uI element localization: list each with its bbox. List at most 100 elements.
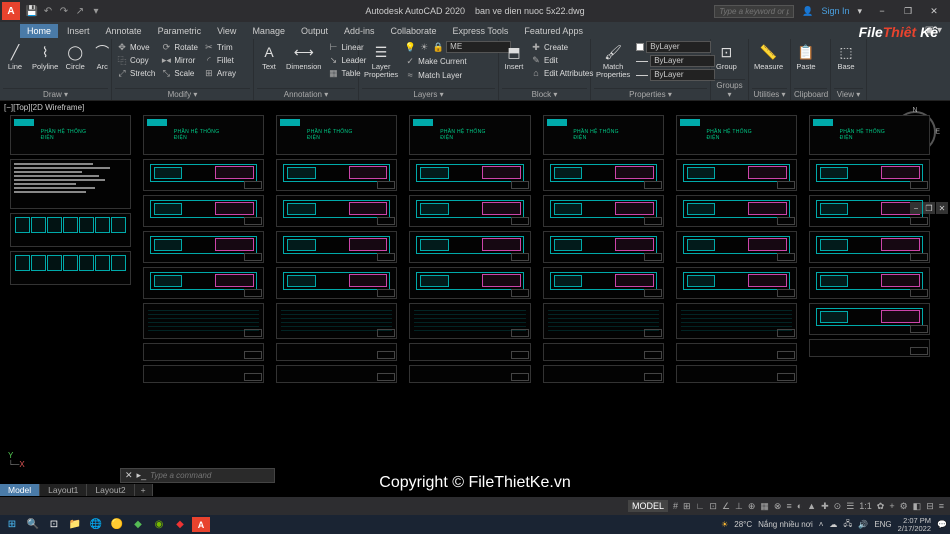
sb-cleanscreen-icon[interactable]: ⊟ bbox=[926, 501, 934, 512]
signin-link[interactable]: Sign In bbox=[821, 6, 849, 16]
bulb-icon[interactable]: 💡 bbox=[404, 41, 416, 53]
tab-output[interactable]: Output bbox=[294, 24, 335, 38]
sketchup-icon[interactable]: ◆ bbox=[171, 517, 189, 532]
close-button[interactable]: ✕ bbox=[922, 2, 946, 20]
lineweight-combo[interactable]: ByLayer bbox=[635, 55, 716, 67]
sb-gear-icon[interactable]: ✿ bbox=[877, 501, 885, 512]
edit-attr-button[interactable]: ⌂Edit Attributes bbox=[529, 67, 594, 79]
panel-title-layers[interactable]: Layers ▾ bbox=[362, 88, 495, 100]
rotate-button[interactable]: ⟳Rotate bbox=[159, 41, 199, 53]
compass-n[interactable]: N bbox=[912, 107, 917, 114]
sb-scale-label[interactable]: 1:1 bbox=[859, 501, 872, 511]
arc-button[interactable]: ⌒Arc bbox=[90, 41, 114, 72]
trim-button[interactable]: ✂Trim bbox=[202, 41, 237, 53]
panel-title-draw[interactable]: Draw ▾ bbox=[3, 88, 108, 100]
stretch-button[interactable]: ⤢Stretch bbox=[115, 67, 156, 79]
line-button[interactable]: ╱Line bbox=[3, 41, 27, 72]
tab-home[interactable]: Home bbox=[20, 24, 58, 38]
tab-express[interactable]: Express Tools bbox=[446, 24, 516, 38]
make-current-button[interactable]: ✓Make Current bbox=[403, 55, 512, 67]
qat-dropdown-icon[interactable]: ▾ bbox=[90, 5, 102, 17]
sb-ortho-icon[interactable]: ∟ bbox=[696, 501, 705, 511]
lang-indicator[interactable]: ENG bbox=[874, 520, 891, 529]
start-button[interactable]: ⊞ bbox=[3, 517, 21, 532]
circle-button[interactable]: ◯Circle bbox=[63, 41, 87, 72]
clock[interactable]: 2:07 PM 2/17/2022 bbox=[898, 517, 931, 532]
match-layer-button[interactable]: ≈Match Layer bbox=[403, 69, 512, 81]
tab-add-layout[interactable]: + bbox=[135, 484, 153, 496]
sb-plus-icon[interactable]: + bbox=[889, 501, 894, 511]
sb-osnap-icon[interactable]: ⊥ bbox=[735, 501, 743, 512]
scale-button[interactable]: ⤡Scale bbox=[159, 67, 199, 79]
edit-block-button[interactable]: ✎Edit bbox=[529, 54, 594, 66]
sb-isolate-icon[interactable]: ◧ bbox=[913, 501, 922, 512]
tab-insert[interactable]: Insert bbox=[60, 24, 97, 38]
tab-parametric[interactable]: Parametric bbox=[151, 24, 209, 38]
app-icon-nvidia[interactable]: ◉ bbox=[150, 517, 168, 532]
tab-collaborate[interactable]: Collaborate bbox=[384, 24, 444, 38]
notifications-icon[interactable]: 💬 bbox=[937, 520, 947, 529]
modelspace-toggle[interactable]: MODEL bbox=[628, 500, 668, 512]
sb-annoscale-icon[interactable]: ▲ bbox=[807, 501, 816, 511]
command-input[interactable] bbox=[150, 471, 270, 480]
tab-layout1[interactable]: Layout1 bbox=[40, 484, 87, 496]
taskview-icon[interactable]: ⊡ bbox=[45, 517, 63, 532]
text-button[interactable]: AText bbox=[257, 41, 281, 72]
drawing-canvas[interactable]: [−][Top][2D Wireframe] − ❐ ✕ TOP N S E W… bbox=[0, 101, 950, 497]
share-icon[interactable]: ↗ bbox=[74, 5, 86, 17]
volume-icon[interactable]: 🔊 bbox=[858, 520, 868, 529]
move-button[interactable]: ✥Move bbox=[115, 41, 156, 53]
base-view-button[interactable]: ⬚Base bbox=[834, 41, 858, 72]
tab-annotate[interactable]: Annotate bbox=[99, 24, 149, 38]
sb-workspace-icon[interactable]: ⊙ bbox=[834, 501, 842, 512]
panel-title-modify[interactable]: Modify ▾ bbox=[115, 88, 250, 100]
tab-addins[interactable]: Add-ins bbox=[337, 24, 382, 38]
sb-annomon-icon[interactable]: ☰ bbox=[846, 501, 854, 512]
tab-view[interactable]: View bbox=[210, 24, 243, 38]
app-icon[interactable]: A bbox=[2, 2, 20, 20]
redo-icon[interactable]: ↷ bbox=[58, 5, 70, 17]
weather-text[interactable]: Nắng nhiều nơi bbox=[758, 520, 813, 529]
network-icon[interactable]: 🖧 bbox=[843, 518, 852, 532]
sun-icon[interactable]: ☀ bbox=[418, 41, 430, 53]
chrome-icon[interactable]: 🟡 bbox=[108, 517, 126, 532]
group-button[interactable]: ⊡Group bbox=[714, 41, 739, 72]
onedrive-icon[interactable]: ☁ bbox=[829, 520, 837, 529]
compass-e[interactable]: E bbox=[935, 129, 940, 136]
app-icon-green[interactable]: ◆ bbox=[129, 517, 147, 532]
copy-button[interactable]: ⿻Copy bbox=[115, 54, 156, 66]
create-block-button[interactable]: ✚Create bbox=[529, 41, 594, 53]
minimize-button[interactable]: − bbox=[870, 2, 894, 20]
sb-cycling-icon[interactable]: ◐ bbox=[797, 501, 802, 511]
tab-model[interactable]: Model bbox=[0, 484, 40, 496]
doc-restore-button[interactable]: ❐ bbox=[923, 202, 935, 214]
command-line[interactable]: ✕ ▸_ bbox=[120, 468, 275, 483]
sb-transparency-icon[interactable]: ≡ bbox=[786, 501, 791, 511]
layer-props-button[interactable]: ☰Layer Properties bbox=[362, 41, 400, 79]
sb-annovis-icon[interactable]: ✚ bbox=[821, 501, 829, 512]
sb-polar-icon[interactable]: ⊡ bbox=[709, 501, 717, 512]
panel-title-annotation[interactable]: Annotation ▾ bbox=[257, 88, 355, 100]
paste-button[interactable]: 📋Paste bbox=[794, 41, 818, 72]
panel-title-groups[interactable]: Groups ▾ bbox=[714, 79, 745, 100]
color-combo[interactable]: ByLayer bbox=[635, 41, 716, 53]
panel-title-block[interactable]: Block ▾ bbox=[502, 88, 587, 100]
undo-icon[interactable]: ↶ bbox=[42, 5, 54, 17]
sb-otrack-icon[interactable]: ▦ bbox=[760, 501, 769, 512]
match-props-button[interactable]: 🖌Match Properties bbox=[594, 41, 632, 79]
panel-title-properties[interactable]: Properties ▾ bbox=[594, 88, 707, 100]
measure-button[interactable]: 📏Measure bbox=[752, 41, 785, 72]
sb-iso-icon[interactable]: ∠ bbox=[722, 501, 730, 512]
viewport-label[interactable]: [−][Top][2D Wireframe] bbox=[4, 103, 84, 112]
sb-grid-icon[interactable]: # bbox=[673, 501, 678, 511]
weather-icon[interactable]: ☀ bbox=[721, 520, 728, 529]
maximize-button[interactable]: ❐ bbox=[896, 2, 920, 20]
tab-manage[interactable]: Manage bbox=[245, 24, 292, 38]
panel-title-utilities[interactable]: Utilities ▾ bbox=[752, 88, 787, 100]
lock-icon[interactable]: 🔒 bbox=[432, 41, 444, 53]
dimension-button[interactable]: ⟷Dimension bbox=[284, 41, 323, 72]
help-dropdown-icon[interactable]: ▾ bbox=[857, 6, 862, 17]
sb-3dosnap-icon[interactable]: ⊕ bbox=[748, 501, 756, 512]
panel-title-view[interactable]: View ▾ bbox=[834, 88, 863, 100]
signin-user-icon[interactable]: 👤 bbox=[802, 6, 813, 17]
